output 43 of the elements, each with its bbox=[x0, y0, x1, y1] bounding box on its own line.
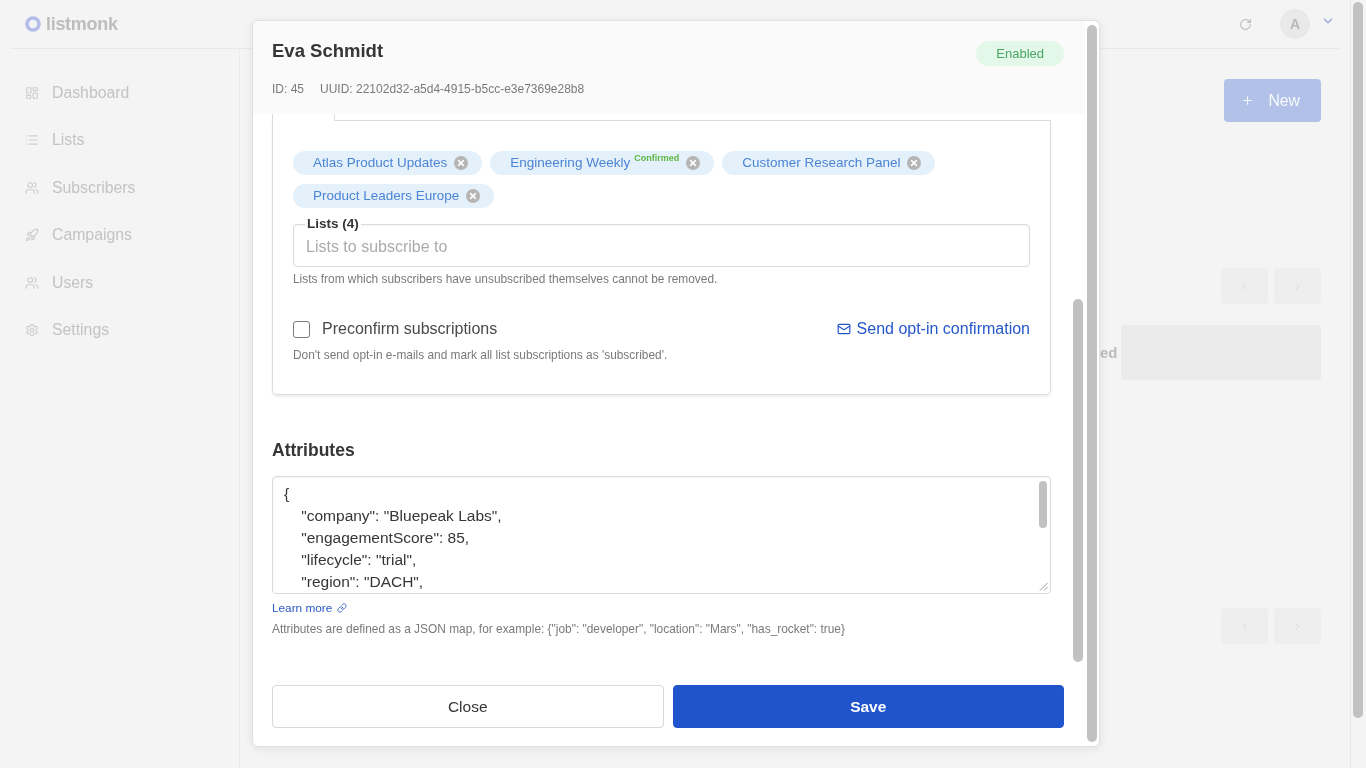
scrollbar-thumb[interactable] bbox=[1087, 25, 1097, 742]
scrollbar-thumb[interactable] bbox=[1039, 481, 1047, 528]
column-heading: ed bbox=[1100, 344, 1118, 361]
field-label: Lists (4) bbox=[305, 216, 361, 231]
help-text: Don't send opt-in e-mails and mark all list subscriptions as 'subscribed'. bbox=[293, 349, 669, 362]
dashboard-icon bbox=[25, 85, 39, 100]
gear-icon bbox=[25, 323, 39, 338]
logo-ring-icon bbox=[25, 16, 41, 32]
list-name: Atlas Product Updates bbox=[313, 154, 448, 172]
help-text: Lists from which subscribers have unsubscribed themselves cannot be removed. bbox=[293, 273, 719, 286]
checkbox-label: Preconfirm subscriptions bbox=[322, 320, 498, 338]
help-text: Attributes are defined as a JSON map, for example: {"job": "developer", "location": "Mars", "has_rocket": true} bbox=[272, 623, 846, 636]
send-optin-link[interactable]: Send opt-in confirmation bbox=[836, 320, 1030, 338]
confirmed-label: Confirmed bbox=[634, 153, 680, 164]
attributes-field[interactable]: { "company": "Bluepeak Labs", "engagementScore": 85, "lifecycle": "trial", "region": "DACH", bbox=[272, 476, 1051, 594]
remove-icon[interactable] bbox=[907, 156, 922, 170]
save-button[interactable]: Save bbox=[672, 685, 1064, 728]
resize-grip-icon[interactable] bbox=[1039, 582, 1048, 591]
refresh-icon[interactable] bbox=[1239, 17, 1252, 31]
preconfirm-checkbox[interactable] bbox=[293, 320, 310, 338]
remove-icon[interactable] bbox=[454, 156, 469, 170]
subscriber-name: Eva Schmidt bbox=[272, 40, 384, 62]
users-icon bbox=[25, 180, 39, 195]
rocket-icon bbox=[25, 228, 39, 243]
scrollbar-thumb[interactable] bbox=[1073, 299, 1083, 662]
mail-icon bbox=[836, 322, 851, 336]
subscriber-id: ID: 45 bbox=[272, 82, 304, 96]
remove-icon[interactable] bbox=[466, 189, 481, 203]
subscriber-uuid: UUID: 22102d32-a5d4-4915-b5cc-e3e7369e28b8 bbox=[320, 82, 585, 96]
list-name: Customer Research Panel bbox=[742, 154, 901, 172]
remove-icon[interactable] bbox=[686, 156, 701, 170]
list-name: Product Leaders Europe bbox=[313, 187, 460, 205]
close-button[interactable]: Close bbox=[272, 685, 664, 728]
users-icon bbox=[25, 275, 39, 290]
plus-icon bbox=[1241, 94, 1255, 107]
list-icon bbox=[25, 133, 39, 148]
scrollbar-thumb[interactable] bbox=[1353, 2, 1363, 718]
status-tag: Enabled bbox=[976, 41, 1064, 66]
link-icon bbox=[337, 603, 348, 613]
new-button[interactable]: New bbox=[1224, 79, 1321, 122]
list-name: Engineering Weekly bbox=[510, 154, 631, 172]
learn-more-link[interactable]: Learn more bbox=[272, 601, 348, 615]
section-heading: Attributes bbox=[272, 439, 356, 461]
